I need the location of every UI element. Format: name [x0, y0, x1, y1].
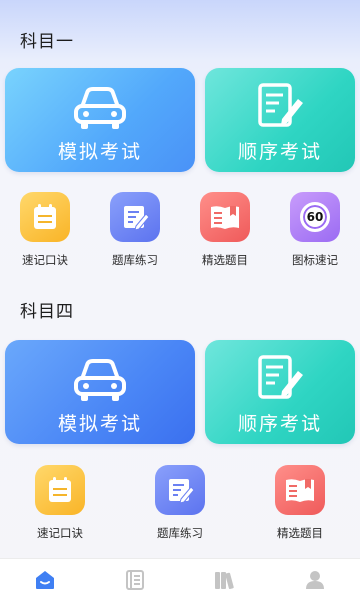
speed-limit-number: 60 — [306, 210, 324, 224]
tool-question-bank[interactable]: 题库练习 — [145, 465, 215, 541]
tool-sign-memo[interactable]: 60 图标速记 — [280, 192, 350, 268]
nav-books[interactable] — [205, 560, 245, 600]
tool-mnemonics[interactable]: 速记口诀 — [25, 465, 95, 541]
tool-label: 图标速记 — [292, 253, 338, 267]
nav-list[interactable] — [115, 560, 155, 600]
speed-limit-icon: 60 — [300, 202, 330, 232]
tool-label: 精选题目 — [277, 526, 323, 540]
home-icon — [36, 570, 54, 589]
mock-exam-card[interactable]: 模拟考试 — [5, 68, 195, 172]
sequential-exam-card[interactable]: 顺序考试 — [205, 68, 355, 172]
nav-home[interactable] — [25, 560, 65, 600]
tool-selected-questions[interactable]: 精选题目 — [265, 465, 335, 541]
tool-label: 题库练习 — [112, 253, 158, 267]
tool-icon-bg — [275, 465, 325, 515]
section-title-subject4: 科目四 — [20, 302, 74, 322]
tool-icon-bg — [20, 192, 70, 242]
tool-label: 题库练习 — [157, 526, 203, 540]
card-label: 模拟考试 — [57, 413, 142, 435]
car-icon — [74, 359, 126, 401]
section-title-subject1: 科目一 — [20, 32, 74, 52]
tool-label: 精选题目 — [202, 253, 248, 267]
book-icon — [286, 479, 314, 502]
edit-list-icon — [124, 206, 150, 231]
tool-label: 速记口诀 — [22, 253, 68, 267]
document-edit-icon — [258, 355, 303, 399]
edit-list-icon — [169, 479, 195, 504]
bottom-nav — [0, 558, 360, 600]
document-edit-icon — [258, 83, 303, 127]
tool-icon-bg — [155, 465, 205, 515]
tool-selected-questions[interactable]: 精选题目 — [190, 192, 260, 268]
tool-label: 速记口诀 — [37, 526, 83, 540]
notepad-icon — [34, 204, 56, 229]
card-label: 顺序考试 — [237, 413, 322, 435]
profile-icon — [306, 570, 324, 589]
list-icon — [126, 569, 144, 590]
sequential-exam-card[interactable]: 顺序考试 — [205, 340, 355, 444]
book-icon — [211, 206, 239, 229]
mock-exam-card[interactable]: 模拟考试 — [5, 340, 195, 444]
tool-question-bank[interactable]: 题库练习 — [100, 192, 170, 268]
nav-profile[interactable] — [295, 560, 335, 600]
car-icon — [74, 87, 126, 129]
tool-icon-bg — [110, 192, 160, 242]
tool-mnemonics[interactable]: 速记口诀 — [10, 192, 80, 268]
card-label: 模拟考试 — [57, 141, 142, 163]
tool-icon-bg — [35, 465, 85, 515]
notepad-icon — [49, 477, 71, 502]
books-icon — [215, 571, 234, 589]
tool-icon-bg — [200, 192, 250, 242]
card-label: 顺序考试 — [237, 141, 322, 163]
tool-icon-bg: 60 — [290, 192, 340, 242]
